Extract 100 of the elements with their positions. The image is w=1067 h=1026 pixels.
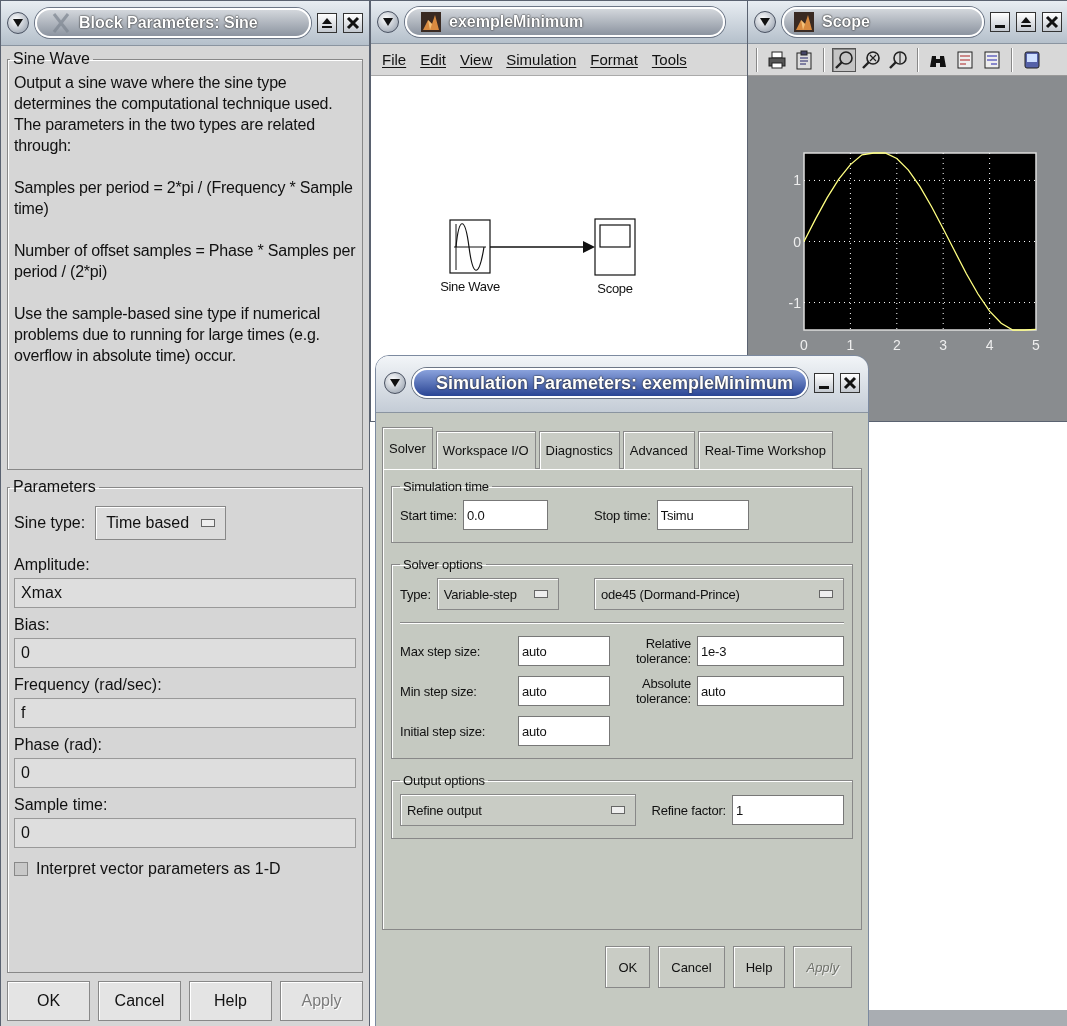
description-text: Samples per period = 2*pi / (Frequency * Sample time) bbox=[14, 178, 354, 219]
caret-icon bbox=[383, 18, 393, 26]
field-label: Phase (rad): bbox=[14, 736, 104, 754]
text-field[interactable]: 1e-3 bbox=[697, 636, 844, 666]
menu-item[interactable]: View bbox=[453, 47, 500, 72]
checkbox[interactable] bbox=[14, 862, 28, 876]
text-field[interactable]: Tsimu bbox=[656, 500, 749, 530]
sine-wave-block[interactable] bbox=[449, 219, 491, 274]
text-field[interactable]: 0.0 bbox=[463, 500, 549, 530]
maximize-icon bbox=[1019, 15, 1033, 29]
text-field[interactable]: 0 bbox=[14, 758, 356, 788]
output-mode-dropdown[interactable]: Refine output bbox=[400, 794, 636, 826]
maximize-button[interactable] bbox=[317, 13, 337, 33]
text-field[interactable]: auto bbox=[518, 716, 610, 746]
minimize-button[interactable] bbox=[814, 373, 834, 393]
menu-item[interactable]: Simulation bbox=[499, 47, 584, 72]
window-title: Block Parameters: Sine bbox=[79, 14, 258, 32]
close-icon bbox=[843, 376, 857, 390]
menu-item[interactable]: Format bbox=[583, 47, 645, 72]
solver-type-dropdown[interactable]: Variable-step bbox=[436, 578, 559, 610]
field-label: Stop time: bbox=[594, 507, 651, 523]
dropdown-indicator-icon bbox=[201, 519, 216, 527]
field-label: Frequency (rad/sec): bbox=[14, 676, 163, 694]
tick-label: 4 bbox=[985, 337, 994, 353]
dialog-button[interactable]: Help bbox=[189, 981, 272, 1021]
x-icon bbox=[51, 12, 71, 34]
tick-label: 5 bbox=[1032, 337, 1040, 353]
window-title: Scope bbox=[822, 13, 870, 31]
window-menu-button[interactable] bbox=[754, 11, 776, 33]
field-label: Start time: bbox=[400, 507, 458, 523]
field-label: Absolute tolerance: bbox=[634, 676, 691, 706]
text-field[interactable]: 1 bbox=[732, 795, 844, 825]
menu-item[interactable]: Tools bbox=[644, 47, 694, 72]
tab[interactable]: Real-Time Workshop bbox=[697, 431, 833, 469]
text-field[interactable]: 0 bbox=[14, 638, 356, 668]
text-field[interactable]: f bbox=[14, 698, 356, 728]
close-button[interactable] bbox=[343, 13, 363, 33]
text-field[interactable]: 0 bbox=[14, 818, 356, 848]
tick-label: 0 bbox=[793, 233, 801, 250]
text-field[interactable]: auto bbox=[697, 676, 844, 706]
description-text: Number of offset samples = Phase * Samples per period / (2*pi) bbox=[14, 241, 356, 282]
checkbox-label: Interpret vector parameters as 1-D bbox=[36, 860, 281, 878]
tick-label: 1 bbox=[846, 337, 855, 353]
menu-item[interactable]: File bbox=[375, 47, 414, 72]
text-field[interactable]: Xmax bbox=[14, 578, 356, 608]
window-title: exempleMinimum bbox=[449, 13, 584, 31]
tab[interactable]: Solver bbox=[382, 427, 433, 469]
dropdown-indicator-icon bbox=[611, 806, 625, 814]
field-label: Refine factor: bbox=[651, 802, 726, 818]
field-label: Bias: bbox=[14, 616, 51, 634]
text-field[interactable]: auto bbox=[518, 636, 610, 666]
caret-icon bbox=[390, 379, 400, 387]
caret-icon bbox=[760, 18, 770, 26]
tab[interactable]: Diagnostics bbox=[538, 431, 620, 469]
scope-block[interactable] bbox=[594, 218, 636, 276]
field-label: Relative tolerance: bbox=[634, 636, 691, 666]
group-title: Sine Wave bbox=[12, 50, 91, 68]
close-icon bbox=[346, 16, 360, 30]
minimize-button[interactable] bbox=[990, 12, 1010, 32]
field-label: Min step size: bbox=[400, 683, 478, 699]
close-icon bbox=[1045, 15, 1059, 29]
maximize-button[interactable] bbox=[1016, 12, 1036, 32]
minimize-icon bbox=[819, 386, 829, 389]
tab[interactable]: Workspace I/O bbox=[435, 431, 536, 469]
close-button[interactable] bbox=[1042, 12, 1062, 32]
dropdown-indicator-icon bbox=[533, 590, 548, 598]
group-title: Solver options bbox=[402, 557, 484, 572]
group-title: Simulation time bbox=[402, 479, 490, 494]
menu-item[interactable]: Edit bbox=[413, 47, 454, 72]
description-text: Use the sample-based sine type if numerical problems due to running for large times (e.g. overflow in absolute time) occur. bbox=[14, 304, 322, 366]
field-label: Type: bbox=[400, 586, 431, 602]
tab[interactable]: Advanced bbox=[622, 431, 695, 469]
window-menu-button[interactable] bbox=[377, 11, 399, 33]
solver-dropdown[interactable]: ode45 (Dormand-Prince) bbox=[594, 578, 844, 610]
caret-icon bbox=[13, 19, 23, 27]
dropdown-indicator-icon bbox=[819, 590, 833, 598]
dialog-button[interactable]: Help bbox=[732, 946, 786, 988]
window-menu-button[interactable] bbox=[7, 12, 29, 34]
tick-label: 0 bbox=[800, 337, 808, 353]
sine-type-dropdown[interactable]: Time based bbox=[95, 506, 227, 540]
app-logo-icon bbox=[421, 12, 441, 32]
window-menu-button[interactable] bbox=[384, 372, 406, 394]
minimize-icon bbox=[995, 25, 1005, 28]
zoom-icon[interactable] bbox=[832, 47, 856, 72]
dialog-button[interactable]: OK bbox=[7, 981, 90, 1021]
tick-label: 3 bbox=[939, 337, 948, 353]
field-label: Sample time: bbox=[14, 796, 109, 814]
dialog-button[interactable]: Cancel bbox=[98, 981, 181, 1021]
group-title: Output options bbox=[402, 773, 486, 788]
tick-label: 2 bbox=[892, 337, 901, 353]
dialog-button[interactable]: OK bbox=[605, 946, 651, 988]
block-label: Scope bbox=[597, 281, 633, 296]
text-field[interactable]: auto bbox=[518, 676, 610, 706]
window-title: Simulation Parameters: exempleMinimum bbox=[436, 372, 794, 394]
block-label: Sine Wave bbox=[440, 279, 500, 294]
tick-label: 1 bbox=[793, 172, 801, 189]
tick-label: -1 bbox=[788, 294, 801, 311]
close-button[interactable] bbox=[840, 373, 860, 393]
dialog-button[interactable]: Cancel bbox=[658, 946, 725, 988]
description-text: Output a sine wave where the sine type determines the computational technique used. The parameters in the two types are related through: bbox=[14, 73, 334, 156]
